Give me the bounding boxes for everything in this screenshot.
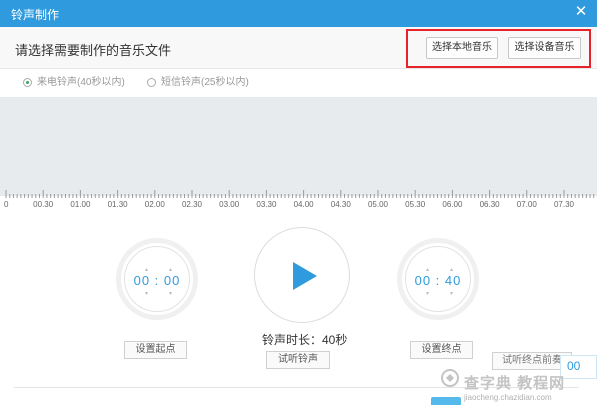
start-second-down-icon[interactable]: ▾ <box>169 291 172 297</box>
select-local-music-button[interactable]: 选择本地音乐 <box>426 37 498 59</box>
radio-unselected-icon <box>147 78 156 87</box>
window-title: 铃声制作 <box>11 8 60 22</box>
timeline-tick-label: 07.30 <box>553 200 575 209</box>
timeline-tick-label: 03.00 <box>219 200 240 209</box>
timeline-ruler <box>5 190 595 198</box>
play-icon <box>293 262 317 290</box>
select-device-music-button[interactable]: 选择设备音乐 <box>508 37 581 59</box>
end-minute-down-icon[interactable]: ▾ <box>426 291 429 297</box>
start-time-value: 00 : 00 <box>133 273 181 288</box>
radio-selected-icon <box>23 78 32 87</box>
start-time-dial[interactable]: ▴ ▴ 00 : 00 ▾ ▾ <box>116 238 198 320</box>
watermark-line2: jiaocheng.chazidian.com <box>464 393 552 402</box>
set-start-button[interactable]: 设置起点 <box>124 341 187 359</box>
end-second-down-icon[interactable]: ▾ <box>450 291 453 297</box>
timeline-tick-label: 05.30 <box>405 200 426 209</box>
timeline-tick-label: 03.30 <box>256 200 277 209</box>
ringtone-type-group: 来电铃声(40秒以内) 短信铃声(25秒以内) <box>0 72 597 94</box>
timeline-tick-label: 01.30 <box>107 200 128 209</box>
start-minute-down-icon[interactable]: ▾ <box>145 291 148 297</box>
timeline-tick-label: 04.30 <box>330 200 351 209</box>
select-file-prompt: 请选择需要制作的音乐文件 <box>15 43 172 58</box>
watermark: 查字典 教程网 jiaocheng.chazidian.com <box>440 365 590 405</box>
timeline-tick-label: 01.00 <box>70 200 91 209</box>
ringtone-duration: 铃声时长：40秒 <box>262 333 348 347</box>
radio-call-ringtone-label: 来电铃声(40秒以内) <box>37 77 125 88</box>
timeline-tick-label: 00.30 <box>33 200 54 209</box>
file-select-header: 请选择需要制作的音乐文件 选择本地音乐 选择设备音乐 <box>0 27 597 69</box>
radio-sms-ringtone-label: 短信铃声(25秒以内) <box>161 77 249 88</box>
waveform-area[interactable] <box>0 97 597 196</box>
timeline-tick-label: 04.00 <box>293 200 314 209</box>
timeline-tick-label: 02.00 <box>144 200 165 209</box>
timeline-tick-label: 05.00 <box>367 200 389 209</box>
timeline-tick-label: 07.00 <box>516 200 537 209</box>
close-icon[interactable]: ✕ <box>573 4 589 20</box>
timeline-tick-label: 06.30 <box>479 200 500 209</box>
end-time-value: 00 : 40 <box>414 273 462 288</box>
set-end-button[interactable]: 设置终点 <box>410 341 473 359</box>
timeline-tick-labels: 0 00.30 01.00 01.30 02.00 02.30 03.00 03.30 04.0… <box>0 200 597 212</box>
preview-ringtone-button[interactable]: 试听铃声 <box>266 351 330 369</box>
timeline-tick-label: 0 <box>4 200 9 209</box>
timeline-tick-label: 02.30 <box>181 200 203 209</box>
title-bar: 铃声制作 ✕ <box>0 0 597 27</box>
play-button[interactable] <box>254 227 350 323</box>
end-time-dial[interactable]: ▴ ▴ 00 : 40 ▾ ▾ <box>397 238 479 320</box>
timeline-tick-label: 06.00 <box>442 200 463 209</box>
watermark-line1: 查字典 教程网 <box>464 375 566 392</box>
watermark-logo-icon <box>441 369 459 387</box>
